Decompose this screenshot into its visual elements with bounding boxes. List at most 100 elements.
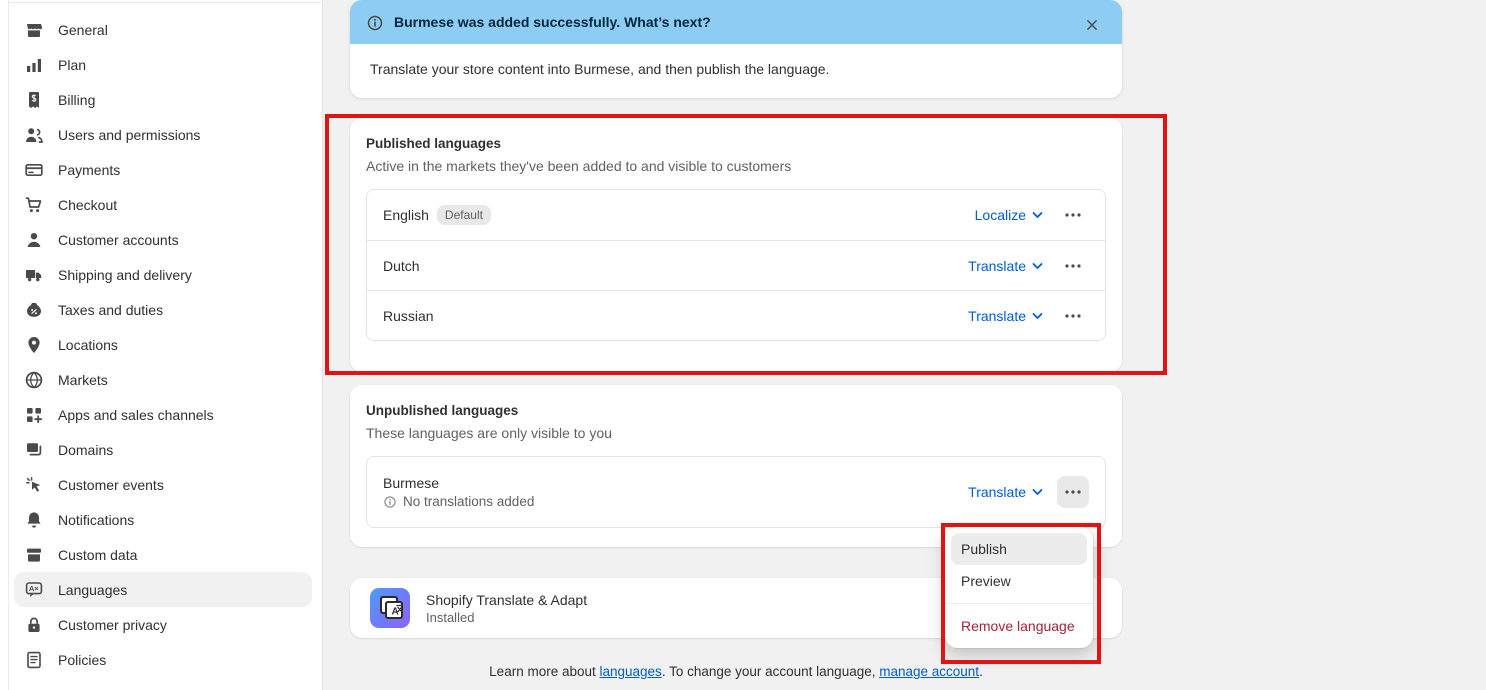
- sidebar-item-policies[interactable]: Policies: [14, 642, 312, 677]
- policies-icon: [24, 650, 44, 670]
- sidebar-list: General Plan BillingUsers and permissions P…: [14, 12, 312, 677]
- row-actions: Translate: [968, 300, 1089, 332]
- sidebar-item-domains[interactable]: Domains: [14, 432, 312, 467]
- sidebar-item-label: Customer accounts: [58, 232, 179, 248]
- customer-accounts-icon: [24, 230, 44, 250]
- sidebar-item-users-and-permissions[interactable]: Users and permissions: [14, 117, 312, 152]
- languages-help-link[interactable]: languages: [600, 664, 662, 679]
- banner-header: Burmese was added successfully. What’s n…: [350, 0, 1122, 44]
- sidebar-item-label: Apps and sales channels: [58, 407, 214, 423]
- taxes-icon: [24, 300, 44, 320]
- more-options-button[interactable]: [1057, 199, 1089, 231]
- sidebar-item-customer-events[interactable]: Customer events: [14, 467, 312, 502]
- localize-button[interactable]: Localize: [975, 207, 1043, 223]
- banner-body: Translate your store content into Burmes…: [350, 44, 1122, 98]
- sidebar-item-label: Notifications: [58, 512, 134, 528]
- sidebar-item-shipping-and-delivery[interactable]: Shipping and delivery: [14, 257, 312, 292]
- translate-app-status: Installed: [426, 610, 587, 625]
- more-options-icon: [1065, 213, 1081, 217]
- close-banner-button[interactable]: [1078, 8, 1106, 36]
- languages-icon: A×: [24, 580, 44, 600]
- more-options-icon: [1065, 264, 1081, 268]
- chevron-down-icon: [1032, 312, 1043, 320]
- success-banner: Burmese was added successfully. What’s n…: [350, 0, 1122, 98]
- sidebar-item-label: General: [58, 22, 108, 38]
- menu-item-publish[interactable]: Publish: [951, 533, 1087, 565]
- translate-button[interactable]: Translate: [968, 484, 1043, 500]
- published-language-list: EnglishDefaultLocalizeDutchTranslateRuss…: [366, 189, 1106, 341]
- unpublished-subtitle: These languages are only visible to you: [366, 425, 1106, 441]
- sidebar-item-custom-data[interactable]: Custom data: [14, 537, 312, 572]
- menu-item-preview[interactable]: Preview: [951, 565, 1087, 597]
- sidebar-item-billing[interactable]: Billing: [14, 82, 312, 117]
- footer-note: Learn more about languages. To change yo…: [350, 664, 1122, 679]
- more-options-button[interactable]: [1057, 300, 1089, 332]
- sidebar-item-locations[interactable]: Locations: [14, 327, 312, 362]
- language-info: Russian: [383, 308, 968, 324]
- translate-button[interactable]: Translate: [968, 308, 1043, 324]
- markets-icon: [24, 370, 44, 390]
- store-icon: [24, 20, 44, 40]
- more-options-button[interactable]: [1057, 250, 1089, 282]
- footer-text-prefix: Learn more about: [489, 664, 599, 679]
- language-info: Dutch: [383, 258, 968, 274]
- sidebar-item-label: Checkout: [58, 197, 117, 213]
- close-icon: [1085, 15, 1099, 29]
- menu-divider: [945, 603, 1093, 604]
- default-badge: Default: [437, 205, 491, 225]
- language-name: English: [383, 207, 429, 223]
- manage-account-link[interactable]: manage account: [879, 664, 979, 679]
- sidebar-item-label: Locations: [58, 337, 118, 353]
- checkout-icon: [24, 195, 44, 215]
- published-subtitle: Active in the markets they've been added…: [366, 158, 1106, 174]
- translation-status: No translations added: [383, 494, 968, 509]
- sidebar-item-general[interactable]: General: [14, 12, 312, 47]
- sidebar-item-label: Payments: [58, 162, 120, 178]
- language-info: English Default: [383, 205, 975, 225]
- row-actions: Localize: [975, 199, 1089, 231]
- sidebar-item-label: Languages: [58, 582, 127, 598]
- svg-text:A×: A×: [29, 584, 39, 593]
- sidebar-item-label: Customer events: [58, 477, 164, 493]
- sidebar-item-payments[interactable]: Payments: [14, 152, 312, 187]
- customer-privacy-icon: [24, 615, 44, 635]
- payments-icon: [24, 160, 44, 180]
- more-options-icon: [1065, 490, 1081, 494]
- sidebar-item-label: Shipping and delivery: [58, 267, 192, 283]
- sidebar-item-plan[interactable]: Plan: [14, 47, 312, 82]
- sidebar-item-apps-and-sales-channels[interactable]: Apps and sales channels: [14, 397, 312, 432]
- sidebar-item-languages[interactable]: A× Languages: [14, 572, 312, 607]
- custom-data-icon: [24, 545, 44, 565]
- language-name: Burmese: [383, 475, 439, 491]
- published-languages-card: Published languages Active in the market…: [350, 118, 1122, 372]
- sidebar-item-label: Plan: [58, 57, 86, 73]
- info-icon: [383, 495, 397, 509]
- translate-button[interactable]: Translate: [968, 258, 1043, 274]
- sidebar-item-taxes-and-duties[interactable]: Taxes and duties: [14, 292, 312, 327]
- billing-icon: [24, 90, 44, 110]
- sidebar-item-checkout[interactable]: Checkout: [14, 187, 312, 222]
- unpublished-languages-card: Unpublished languages These languages ar…: [350, 385, 1122, 547]
- row-actions: Translate: [968, 250, 1089, 282]
- sidebar-item-label: Markets: [58, 372, 108, 388]
- sidebar-item-markets[interactable]: Markets: [14, 362, 312, 397]
- more-options-icon: [1065, 314, 1081, 318]
- language-name-line: Russian: [383, 308, 968, 324]
- sidebar-item-customer-privacy[interactable]: Customer privacy: [14, 607, 312, 642]
- settings-sidebar: General Plan BillingUsers and permissions P…: [0, 0, 323, 690]
- sidebar-item-customer-accounts[interactable]: Customer accounts: [14, 222, 312, 257]
- sidebar-item-label: Policies: [58, 652, 106, 668]
- customer-events-icon: [24, 475, 44, 495]
- language-info: Burmese No translations added: [383, 475, 968, 509]
- language-row-russian: RussianTranslate: [367, 290, 1105, 340]
- sidebar-item-label: Taxes and duties: [58, 302, 163, 318]
- notifications-icon: [24, 510, 44, 530]
- sidebar-item-label: Domains: [58, 442, 113, 458]
- plan-icon: [24, 55, 44, 75]
- more-options-button[interactable]: [1057, 476, 1089, 508]
- menu-item-remove-language[interactable]: Remove language: [951, 610, 1087, 642]
- translate-app-text: Shopify Translate & Adapt Installed: [426, 592, 587, 625]
- sidebar-item-notifications[interactable]: Notifications: [14, 502, 312, 537]
- info-icon: [366, 13, 384, 31]
- chevron-down-icon: [1032, 488, 1043, 496]
